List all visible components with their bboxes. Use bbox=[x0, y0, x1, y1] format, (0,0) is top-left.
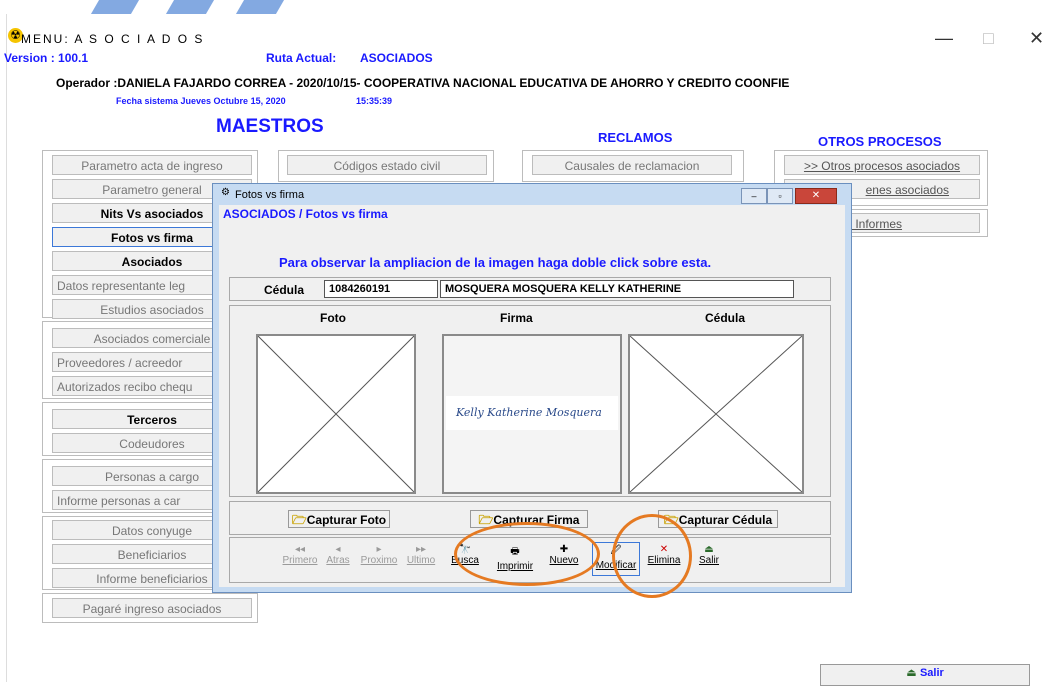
ultimo-label: Ultimo bbox=[406, 555, 436, 566]
toolbar-atras[interactable]: ◂ Atras bbox=[322, 544, 354, 566]
salir-label: Salir bbox=[698, 555, 719, 566]
main-salir-label: Salir bbox=[919, 667, 944, 679]
btn-codigos-estado-civil[interactable]: Códigos estado civil bbox=[287, 155, 487, 175]
capturar-foto-button[interactable]: 🗁Capturar Foto bbox=[288, 510, 390, 528]
minimize-button[interactable]: — bbox=[935, 28, 953, 49]
first-icon: ◂◂ bbox=[294, 544, 306, 555]
ordenes-link: enes asociados bbox=[865, 183, 949, 197]
dialog-breadcrumb: ASOCIADOS / Fotos vs firma bbox=[223, 207, 388, 221]
primero-label: Primero bbox=[282, 555, 318, 566]
cedula-placeholder-icon bbox=[629, 335, 803, 493]
close-button[interactable]: ✕ bbox=[1029, 28, 1044, 49]
dialog-app-icon: ⚙ bbox=[221, 187, 230, 198]
dialog-minimize-button[interactable]: – bbox=[741, 188, 767, 204]
otros-procesos-link: >> Otros procesos asociados bbox=[803, 159, 961, 173]
toolbar-proximo[interactable]: ▸ Proximo bbox=[358, 544, 400, 566]
dialog-title: Fotos vs firma bbox=[235, 189, 305, 201]
firma-image[interactable]: Kelly Katherine Mosquera bbox=[442, 334, 622, 494]
cedula-input[interactable]: 1084260191 bbox=[324, 280, 438, 298]
btn-parametro-acta[interactable]: Parametro acta de ingreso bbox=[52, 155, 252, 175]
reclamos-heading: RECLAMOS bbox=[598, 130, 673, 145]
watermark-shape bbox=[235, 0, 285, 14]
images-frame: Foto Firma Cédula Kelly Katherine Mosque… bbox=[229, 305, 831, 497]
maximize-button[interactable]: □ bbox=[983, 28, 994, 49]
ruta-value: ASOCIADOS bbox=[360, 51, 433, 65]
capturar-cedula-label: Capturar Cédula bbox=[678, 513, 773, 527]
ruta-label: Ruta Actual: bbox=[266, 51, 337, 65]
btn-pagare-ingreso[interactable]: Pagaré ingreso asociados bbox=[52, 598, 252, 618]
next-icon: ▸ bbox=[376, 544, 382, 555]
fecha-sistema: Fecha sistema Jueves Octubre 15, 2020 bbox=[116, 96, 286, 106]
btn-causales-reclamacion[interactable]: Causales de reclamacion bbox=[532, 155, 732, 175]
main-salir-button[interactable]: ⏏ Salir bbox=[820, 664, 1030, 686]
cedula-row: Cédula 1084260191 MOSQUERA MOSQUERA KELL… bbox=[229, 277, 831, 301]
dialog-close-button[interactable]: ✕ bbox=[795, 188, 837, 204]
cedula-image[interactable] bbox=[628, 334, 804, 494]
toolbar-salir[interactable]: ⏏ Salir bbox=[692, 544, 726, 566]
foto-image[interactable] bbox=[256, 334, 416, 494]
exit-icon: ⏏ bbox=[906, 667, 917, 679]
folder-icon: 🗁 bbox=[291, 513, 307, 527]
version-label: Version : 100.1 bbox=[4, 51, 89, 65]
highlight-ring-busca-imprimir bbox=[454, 522, 600, 586]
cedula-label: Cédula bbox=[264, 283, 305, 297]
exit-icon: ⏏ bbox=[704, 544, 714, 555]
toolbar-primero[interactable]: ◂◂ Primero bbox=[282, 544, 318, 566]
cedula-column-label: Cédula bbox=[705, 311, 746, 325]
capturar-foto-label: Capturar Foto bbox=[306, 513, 387, 527]
btn-otros-procesos[interactable]: >> Otros procesos asociados bbox=[784, 155, 980, 175]
operator-line: Operador :DANIELA FAJARDO CORREA - 2020/… bbox=[56, 76, 790, 90]
firma-label: Firma bbox=[500, 311, 533, 325]
atras-label: Atras bbox=[326, 555, 350, 566]
highlight-ring-modificar bbox=[612, 514, 692, 598]
prev-icon: ◂ bbox=[335, 544, 341, 555]
hora-sistema: 15:35:39 bbox=[356, 96, 393, 106]
watermark-shape bbox=[90, 0, 140, 14]
nombre-field[interactable]: MOSQUERA MOSQUERA KELLY KATHERINE bbox=[440, 280, 794, 298]
watermark-shape bbox=[165, 0, 215, 14]
maestros-heading: MAESTROS bbox=[216, 116, 324, 137]
dialog-restore-button[interactable]: ▫ bbox=[767, 188, 793, 204]
window-title: MENU: A S O C I A D O S bbox=[21, 32, 205, 46]
signature-text: Kelly Katherine Mosquera bbox=[456, 406, 602, 419]
toolbar-ultimo[interactable]: ▸▸ Ultimo bbox=[404, 544, 438, 566]
last-icon: ▸▸ bbox=[415, 544, 427, 555]
foto-label: Foto bbox=[320, 311, 346, 325]
informes-link: > Informes bbox=[845, 217, 903, 231]
title-bar: ☢ MENU: A S O C I A D O S — □ ✕ bbox=[7, 14, 1048, 54]
proximo-label: Proximo bbox=[360, 555, 398, 566]
foto-placeholder-icon bbox=[257, 335, 415, 493]
otros-heading: OTROS PROCESOS bbox=[818, 134, 942, 149]
dialog-instruction: Para observar la ampliacion de la imagen… bbox=[279, 255, 712, 270]
